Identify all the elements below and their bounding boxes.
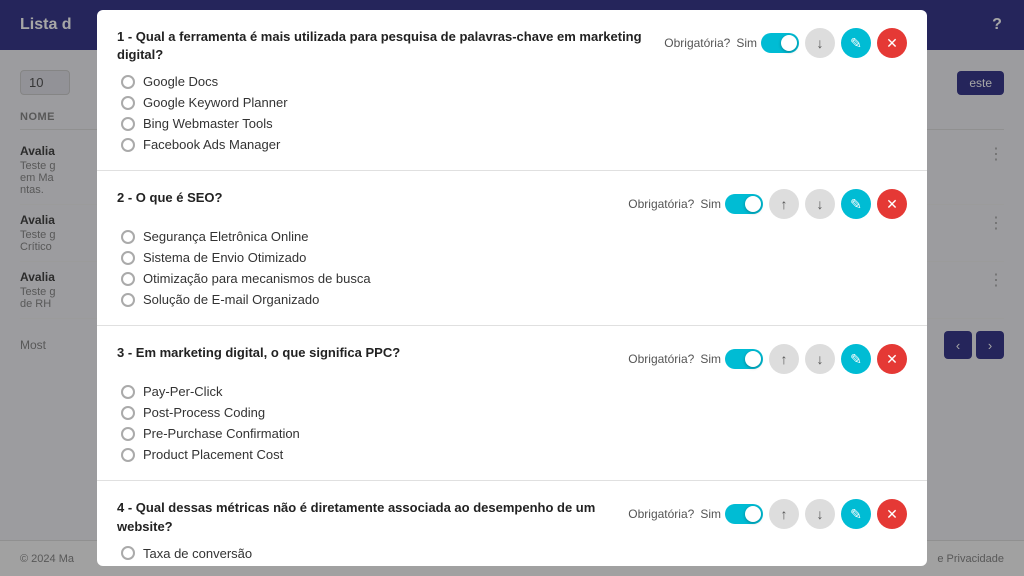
radio-circle-1-2 [121, 96, 135, 110]
arrow-down-button-3[interactable]: ↓ [805, 344, 835, 374]
option-item-3-3[interactable]: Pre-Purchase Confirmation [121, 426, 907, 441]
options-list-4: Taxa de conversãoTaxa de rejeiçãoTaxa de… [117, 546, 907, 566]
option-label-3-3: Pre-Purchase Confirmation [143, 426, 300, 441]
obrigatoria-label-2: Obrigatória? [628, 197, 694, 211]
question-controls-4: Obrigatória? Sim ↑↓✎✕ [628, 499, 907, 529]
option-item-2-1[interactable]: Segurança Eletrônica Online [121, 229, 907, 244]
arrow-down-button-4[interactable]: ↓ [805, 499, 835, 529]
radio-circle-1-3 [121, 117, 135, 131]
option-label-2-4: Solução de E-mail Organizado [143, 292, 319, 307]
option-item-1-2[interactable]: Google Keyword Planner [121, 95, 907, 110]
option-item-1-3[interactable]: Bing Webmaster Tools [121, 116, 907, 131]
question-title-4: 4 - Qual dessas métricas não é diretamen… [117, 499, 618, 535]
question-card-3: 3 - Em marketing digital, o que signific… [97, 326, 927, 481]
question-header-2: 2 - O que é SEO? Obrigatória? Sim ↑↓✎✕ [117, 189, 907, 219]
sim-label-4: Sim [700, 507, 721, 521]
modal-overlay: 1 - Qual a ferramenta é mais utilizada p… [0, 0, 1024, 576]
radio-circle-2-1 [121, 230, 135, 244]
delete-button-3[interactable]: ✕ [877, 344, 907, 374]
question-header-1: 1 - Qual a ferramenta é mais utilizada p… [117, 28, 907, 64]
radio-circle-2-3 [121, 272, 135, 286]
radio-circle-1-4 [121, 138, 135, 152]
option-label-3-1: Pay-Per-Click [143, 384, 222, 399]
toggle-1[interactable] [761, 33, 799, 53]
option-label-3-2: Post-Process Coding [143, 405, 265, 420]
question-controls-3: Obrigatória? Sim ↑↓✎✕ [628, 344, 907, 374]
question-controls-1: Obrigatória? Sim ↓✎✕ [664, 28, 907, 58]
radio-circle-3-4 [121, 448, 135, 462]
edit-button-1[interactable]: ✎ [841, 28, 871, 58]
question-card-4: 4 - Qual dessas métricas não é diretamen… [97, 481, 927, 566]
option-item-2-3[interactable]: Otimização para mecanismos de busca [121, 271, 907, 286]
option-label-2-1: Segurança Eletrônica Online [143, 229, 309, 244]
delete-button-1[interactable]: ✕ [877, 28, 907, 58]
option-label-2-2: Sistema de Envio Otimizado [143, 250, 306, 265]
obrigatoria-label-3: Obrigatória? [628, 352, 694, 366]
arrow-up-button-4[interactable]: ↑ [769, 499, 799, 529]
option-label-4-1: Taxa de conversão [143, 546, 252, 561]
arrow-up-button-3[interactable]: ↑ [769, 344, 799, 374]
radio-circle-3-1 [121, 385, 135, 399]
question-card-1: 1 - Qual a ferramenta é mais utilizada p… [97, 10, 927, 171]
edit-button-2[interactable]: ✎ [841, 189, 871, 219]
delete-button-4[interactable]: ✕ [877, 499, 907, 529]
option-item-2-2[interactable]: Sistema de Envio Otimizado [121, 250, 907, 265]
toggle-container-4: Sim [700, 504, 763, 524]
option-item-2-4[interactable]: Solução de E-mail Organizado [121, 292, 907, 307]
question-title-1: 1 - Qual a ferramenta é mais utilizada p… [117, 28, 654, 64]
questions-modal[interactable]: 1 - Qual a ferramenta é mais utilizada p… [97, 10, 927, 566]
toggle-knob-4 [745, 506, 761, 522]
option-item-3-1[interactable]: Pay-Per-Click [121, 384, 907, 399]
obrigatoria-label-4: Obrigatória? [628, 507, 694, 521]
option-label-1-2: Google Keyword Planner [143, 95, 288, 110]
toggle-container-3: Sim [700, 349, 763, 369]
option-item-1-1[interactable]: Google Docs [121, 74, 907, 89]
radio-circle-4-1 [121, 546, 135, 560]
question-title-3: 3 - Em marketing digital, o que signific… [117, 344, 618, 362]
radio-circle-3-2 [121, 406, 135, 420]
toggle-knob-3 [745, 351, 761, 367]
question-header-3: 3 - Em marketing digital, o que signific… [117, 344, 907, 374]
radio-circle-3-3 [121, 427, 135, 441]
arrow-down-button-2[interactable]: ↓ [805, 189, 835, 219]
delete-button-2[interactable]: ✕ [877, 189, 907, 219]
radio-circle-1-1 [121, 75, 135, 89]
option-label-2-3: Otimização para mecanismos de busca [143, 271, 371, 286]
radio-circle-2-2 [121, 251, 135, 265]
option-item-3-4[interactable]: Product Placement Cost [121, 447, 907, 462]
sim-label-1: Sim [736, 36, 757, 50]
toggle-container-1: Sim [736, 33, 799, 53]
option-label-1-3: Bing Webmaster Tools [143, 116, 273, 131]
toggle-3[interactable] [725, 349, 763, 369]
arrow-down-button-1[interactable]: ↓ [805, 28, 835, 58]
option-item-3-2[interactable]: Post-Process Coding [121, 405, 907, 420]
options-list-2: Segurança Eletrônica Online Sistema de En… [117, 229, 907, 307]
toggle-knob-2 [745, 196, 761, 212]
option-item-4-1[interactable]: Taxa de conversão [121, 546, 907, 561]
arrow-up-button-2[interactable]: ↑ [769, 189, 799, 219]
option-label-1-1: Google Docs [143, 74, 218, 89]
options-list-1: Google Docs Google Keyword Planner Bing We… [117, 74, 907, 152]
option-item-1-4[interactable]: Facebook Ads Manager [121, 137, 907, 152]
sim-label-2: Sim [700, 197, 721, 211]
toggle-4[interactable] [725, 504, 763, 524]
question-controls-2: Obrigatória? Sim ↑↓✎✕ [628, 189, 907, 219]
sim-label-3: Sim [700, 352, 721, 366]
question-title-2: 2 - O que é SEO? [117, 189, 618, 207]
question-header-4: 4 - Qual dessas métricas não é diretamen… [117, 499, 907, 535]
question-card-2: 2 - O que é SEO? Obrigatória? Sim ↑↓✎✕ Segur… [97, 171, 927, 326]
obrigatoria-label-1: Obrigatória? [664, 36, 730, 50]
toggle-container-2: Sim [700, 194, 763, 214]
edit-button-4[interactable]: ✎ [841, 499, 871, 529]
options-list-3: Pay-Per-Click Post-Process Coding Pre-Purc… [117, 384, 907, 462]
toggle-knob-1 [781, 35, 797, 51]
radio-circle-2-4 [121, 293, 135, 307]
toggle-2[interactable] [725, 194, 763, 214]
option-label-1-4: Facebook Ads Manager [143, 137, 280, 152]
option-label-3-4: Product Placement Cost [143, 447, 283, 462]
edit-button-3[interactable]: ✎ [841, 344, 871, 374]
